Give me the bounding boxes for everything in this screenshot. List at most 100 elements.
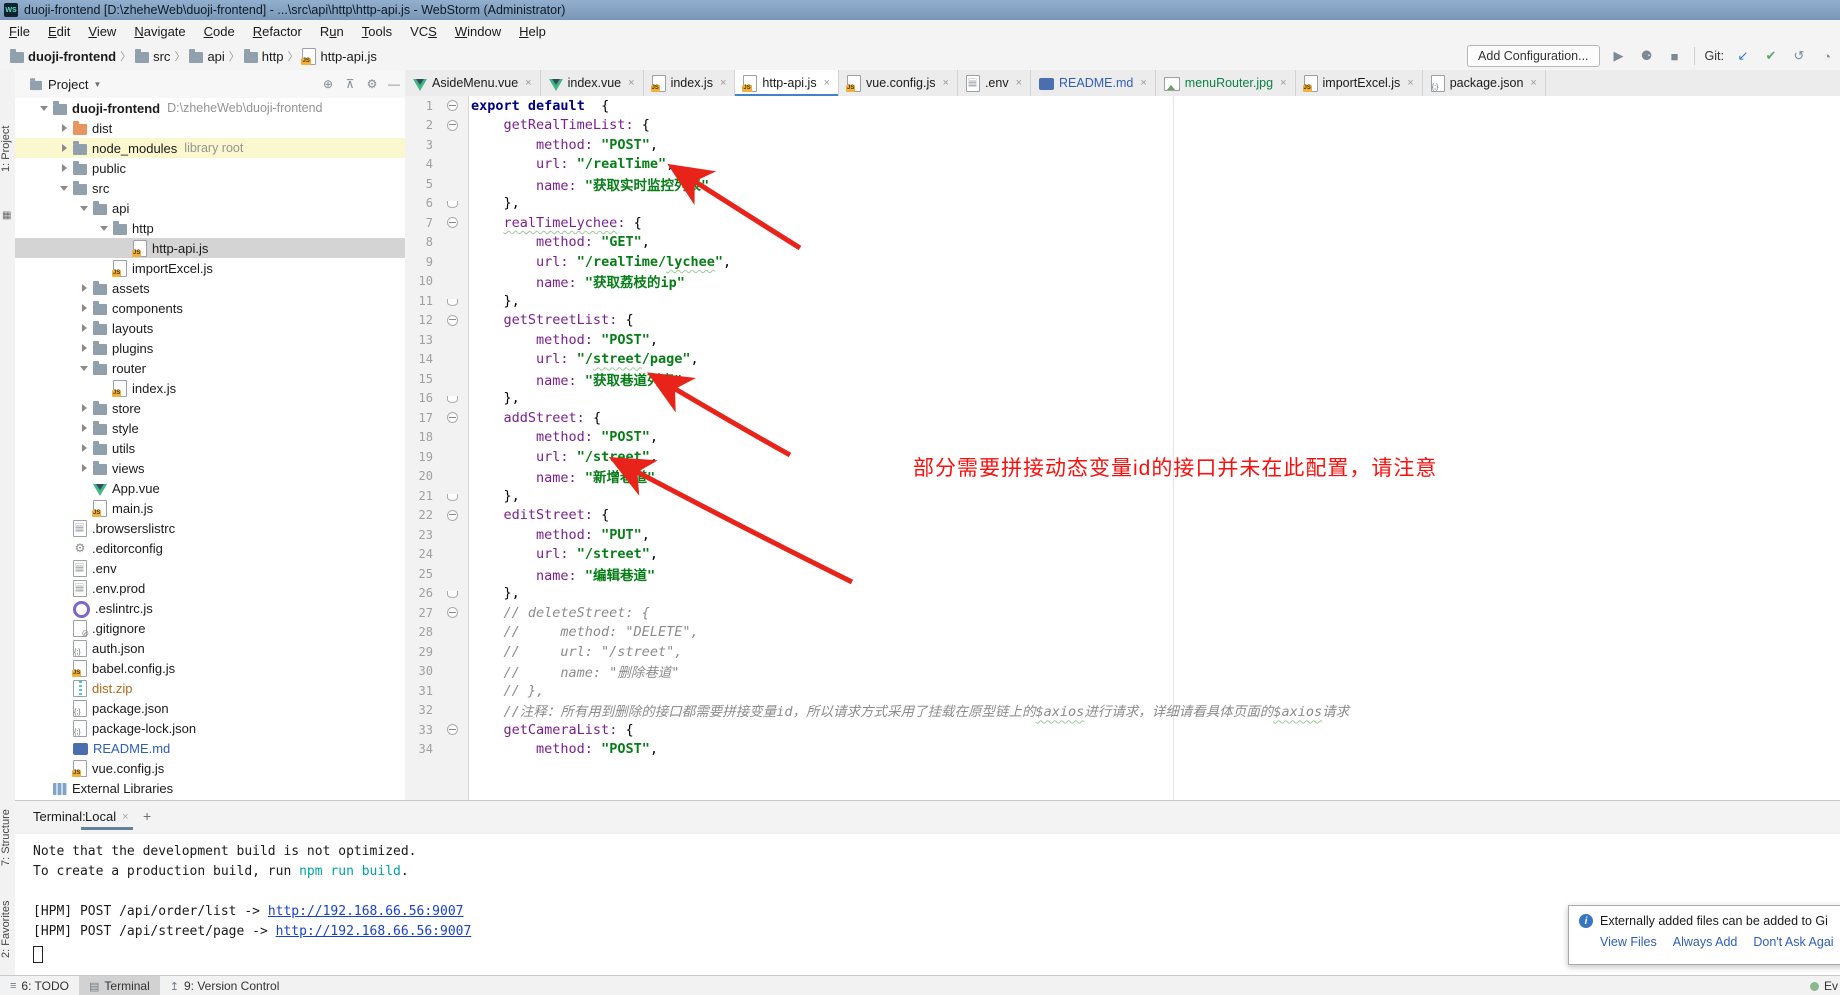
hide-panel-icon[interactable]: — (383, 77, 405, 91)
menu-item-view[interactable]: View (79, 24, 125, 39)
close-icon[interactable]: × (122, 811, 128, 823)
code-line-34[interactable]: 34 method: "POST", (405, 740, 1840, 760)
close-icon[interactable]: × (1530, 77, 1536, 89)
tab-vue.config.js[interactable]: vue.config.js× (839, 70, 958, 96)
chevron-right-icon[interactable] (75, 344, 93, 352)
code-line-29[interactable]: 29 // url: "/street", (405, 642, 1840, 662)
tree-item-index.js[interactable]: index.js (15, 378, 405, 398)
git-update-icon[interactable]: ↙ (1734, 48, 1752, 64)
tree-item-public[interactable]: public (15, 158, 405, 178)
fold-marker-icon[interactable] (447, 299, 458, 306)
tree-item-dist[interactable]: dist (15, 118, 405, 138)
code-line-33[interactable]: 33 getCameraList: { (405, 720, 1840, 740)
code-line-21[interactable]: 21 }, (405, 486, 1840, 506)
tree-item-http[interactable]: http (15, 218, 405, 238)
tree-item-.gitignore[interactable]: .gitignore (15, 618, 405, 638)
fold-marker-icon[interactable] (447, 100, 458, 111)
chevron-right-icon[interactable] (75, 324, 93, 332)
code-line-25[interactable]: 25 name: "编辑巷道" (405, 564, 1840, 584)
tree-item-components[interactable]: components (15, 298, 405, 318)
tree-item-duoji-frontend[interactable]: duoji-frontendD:\zheheWeb\duoji-frontend (15, 98, 405, 118)
menu-item-file[interactable]: File (0, 24, 39, 39)
tree-item-.env.prod[interactable]: .env.prod (15, 578, 405, 598)
code-line-10[interactable]: 10 name: "获取荔枝的ip" (405, 272, 1840, 292)
fold-marker-icon[interactable] (447, 607, 458, 618)
fold-marker-icon[interactable] (447, 724, 458, 735)
tab-index.vue[interactable]: index.vue× (541, 70, 644, 96)
clipped-edge-icon[interactable]: ◔ (1818, 49, 1836, 64)
panel-settings-icon[interactable]: ⚙ (361, 77, 383, 91)
menu-item-navigate[interactable]: Navigate (125, 24, 194, 39)
tree-item-plugins[interactable]: plugins (15, 338, 405, 358)
fold-marker-icon[interactable] (447, 510, 458, 521)
chevron-down-icon[interactable] (95, 226, 113, 231)
menu-item-tools[interactable]: Tools (353, 24, 401, 39)
tab-.env[interactable]: .env× (958, 70, 1031, 96)
breadcrumb-item-src[interactable]: src (135, 49, 170, 64)
terminal-link[interactable]: http://192.168.66.56:9007 (268, 904, 464, 919)
code-line-22[interactable]: 22 editStreet: { (405, 506, 1840, 526)
tree-item-layouts[interactable]: layouts (15, 318, 405, 338)
tree-item-External Libraries[interactable]: External Libraries (15, 778, 405, 798)
run-icon[interactable]: ▶ (1610, 48, 1628, 64)
chevron-right-icon[interactable] (75, 404, 93, 412)
locate-file-icon[interactable]: ⊕ (317, 77, 339, 91)
tab-http-api.js[interactable]: http-api.js× (735, 70, 839, 96)
close-icon[interactable]: × (824, 77, 830, 89)
tree-item-src[interactable]: src (15, 178, 405, 198)
statusbar-item-9-Version-Control[interactable]: ↥9: Version Control (160, 976, 290, 995)
tab-menuRouter.jpg[interactable]: menuRouter.jpg× (1156, 70, 1296, 96)
add-configuration-button[interactable]: Add Configuration... (1467, 45, 1600, 67)
tool-button-structure[interactable]: 7: Structure (0, 798, 15, 878)
debug-icon[interactable]: ⚈ (1638, 48, 1656, 64)
chevron-right-icon[interactable] (75, 304, 93, 312)
chevron-down-icon[interactable] (75, 206, 93, 211)
tree-item-auth.json[interactable]: auth.json (15, 638, 405, 658)
code-line-17[interactable]: 17 addStreet: { (405, 408, 1840, 428)
tree-item-dist.zip[interactable]: dist.zip (15, 678, 405, 698)
stop-icon[interactable]: ■ (1666, 49, 1684, 64)
fold-marker-icon[interactable] (447, 396, 458, 403)
statusbar-item-Terminal[interactable]: ▤Terminal (79, 976, 160, 995)
code-line-32[interactable]: 32 //注释：所有用到删除的接口都需要拼接变量id，所以请求方式采用了挂载在原… (405, 701, 1840, 721)
code-line-11[interactable]: 11 }, (405, 291, 1840, 311)
close-icon[interactable]: × (628, 77, 634, 89)
notification-action-View-Files[interactable]: View Files (1600, 935, 1657, 949)
terminal-tab-local[interactable]: Local × (77, 807, 137, 826)
code-line-13[interactable]: 13 method: "POST", (405, 330, 1840, 350)
terminal-link[interactable]: http://192.168.66.56:9007 (276, 924, 472, 939)
tree-item-http-api.js[interactable]: http-api.js (15, 238, 405, 258)
code-line-15[interactable]: 15 name: "获取巷道列表" (405, 369, 1840, 389)
code-line-16[interactable]: 16 }, (405, 389, 1840, 409)
code-line-23[interactable]: 23 method: "PUT", (405, 525, 1840, 545)
tree-item-main.js[interactable]: main.js (15, 498, 405, 518)
code-line-5[interactable]: 5 name: "获取实时监控列表" (405, 174, 1840, 194)
menu-item-help[interactable]: Help (510, 24, 555, 39)
code-line-9[interactable]: 9 url: "/realTime/lychee", (405, 252, 1840, 272)
tab-AsideMenu.vue[interactable]: AsideMenu.vue× (405, 70, 541, 96)
code-line-12[interactable]: 12 getStreetList: { (405, 311, 1840, 331)
tree-item-api[interactable]: api (15, 198, 405, 218)
close-icon[interactable]: × (1016, 77, 1022, 89)
code-line-30[interactable]: 30 // name: "删除巷道" (405, 662, 1840, 682)
code-editor[interactable]: 1export default {2 getRealTimeList: {3 m… (405, 96, 1840, 800)
fold-marker-icon[interactable] (447, 494, 458, 501)
code-line-27[interactable]: 27 // deleteStreet: { (405, 603, 1840, 623)
tab-package.json[interactable]: package.json× (1423, 70, 1546, 96)
tool-button-project[interactable]: 1: Project (0, 114, 15, 184)
tree-item-.editorconfig[interactable]: ⚙.editorconfig (15, 538, 405, 558)
breadcrumb-item-api[interactable]: api (189, 49, 224, 64)
breadcrumb-item-duoji-frontend[interactable]: duoji-frontend (10, 49, 116, 64)
tree-item-router[interactable]: router (15, 358, 405, 378)
git-commit-icon[interactable]: ✔ (1762, 48, 1780, 64)
chevron-right-icon[interactable] (75, 284, 93, 292)
fold-marker-icon[interactable] (447, 201, 458, 208)
project-view-selector[interactable]: Project ▼ (15, 77, 317, 92)
chevron-down-icon[interactable] (75, 366, 93, 371)
project-tool-icon[interactable]: ▦ (2, 210, 11, 221)
code-line-14[interactable]: 14 url: "/street/page", (405, 350, 1840, 370)
close-icon[interactable]: × (1407, 77, 1413, 89)
notification-action-Always-Add[interactable]: Always Add (1673, 935, 1738, 949)
code-line-8[interactable]: 8 method: "GET", (405, 233, 1840, 253)
close-icon[interactable]: × (1140, 77, 1146, 89)
